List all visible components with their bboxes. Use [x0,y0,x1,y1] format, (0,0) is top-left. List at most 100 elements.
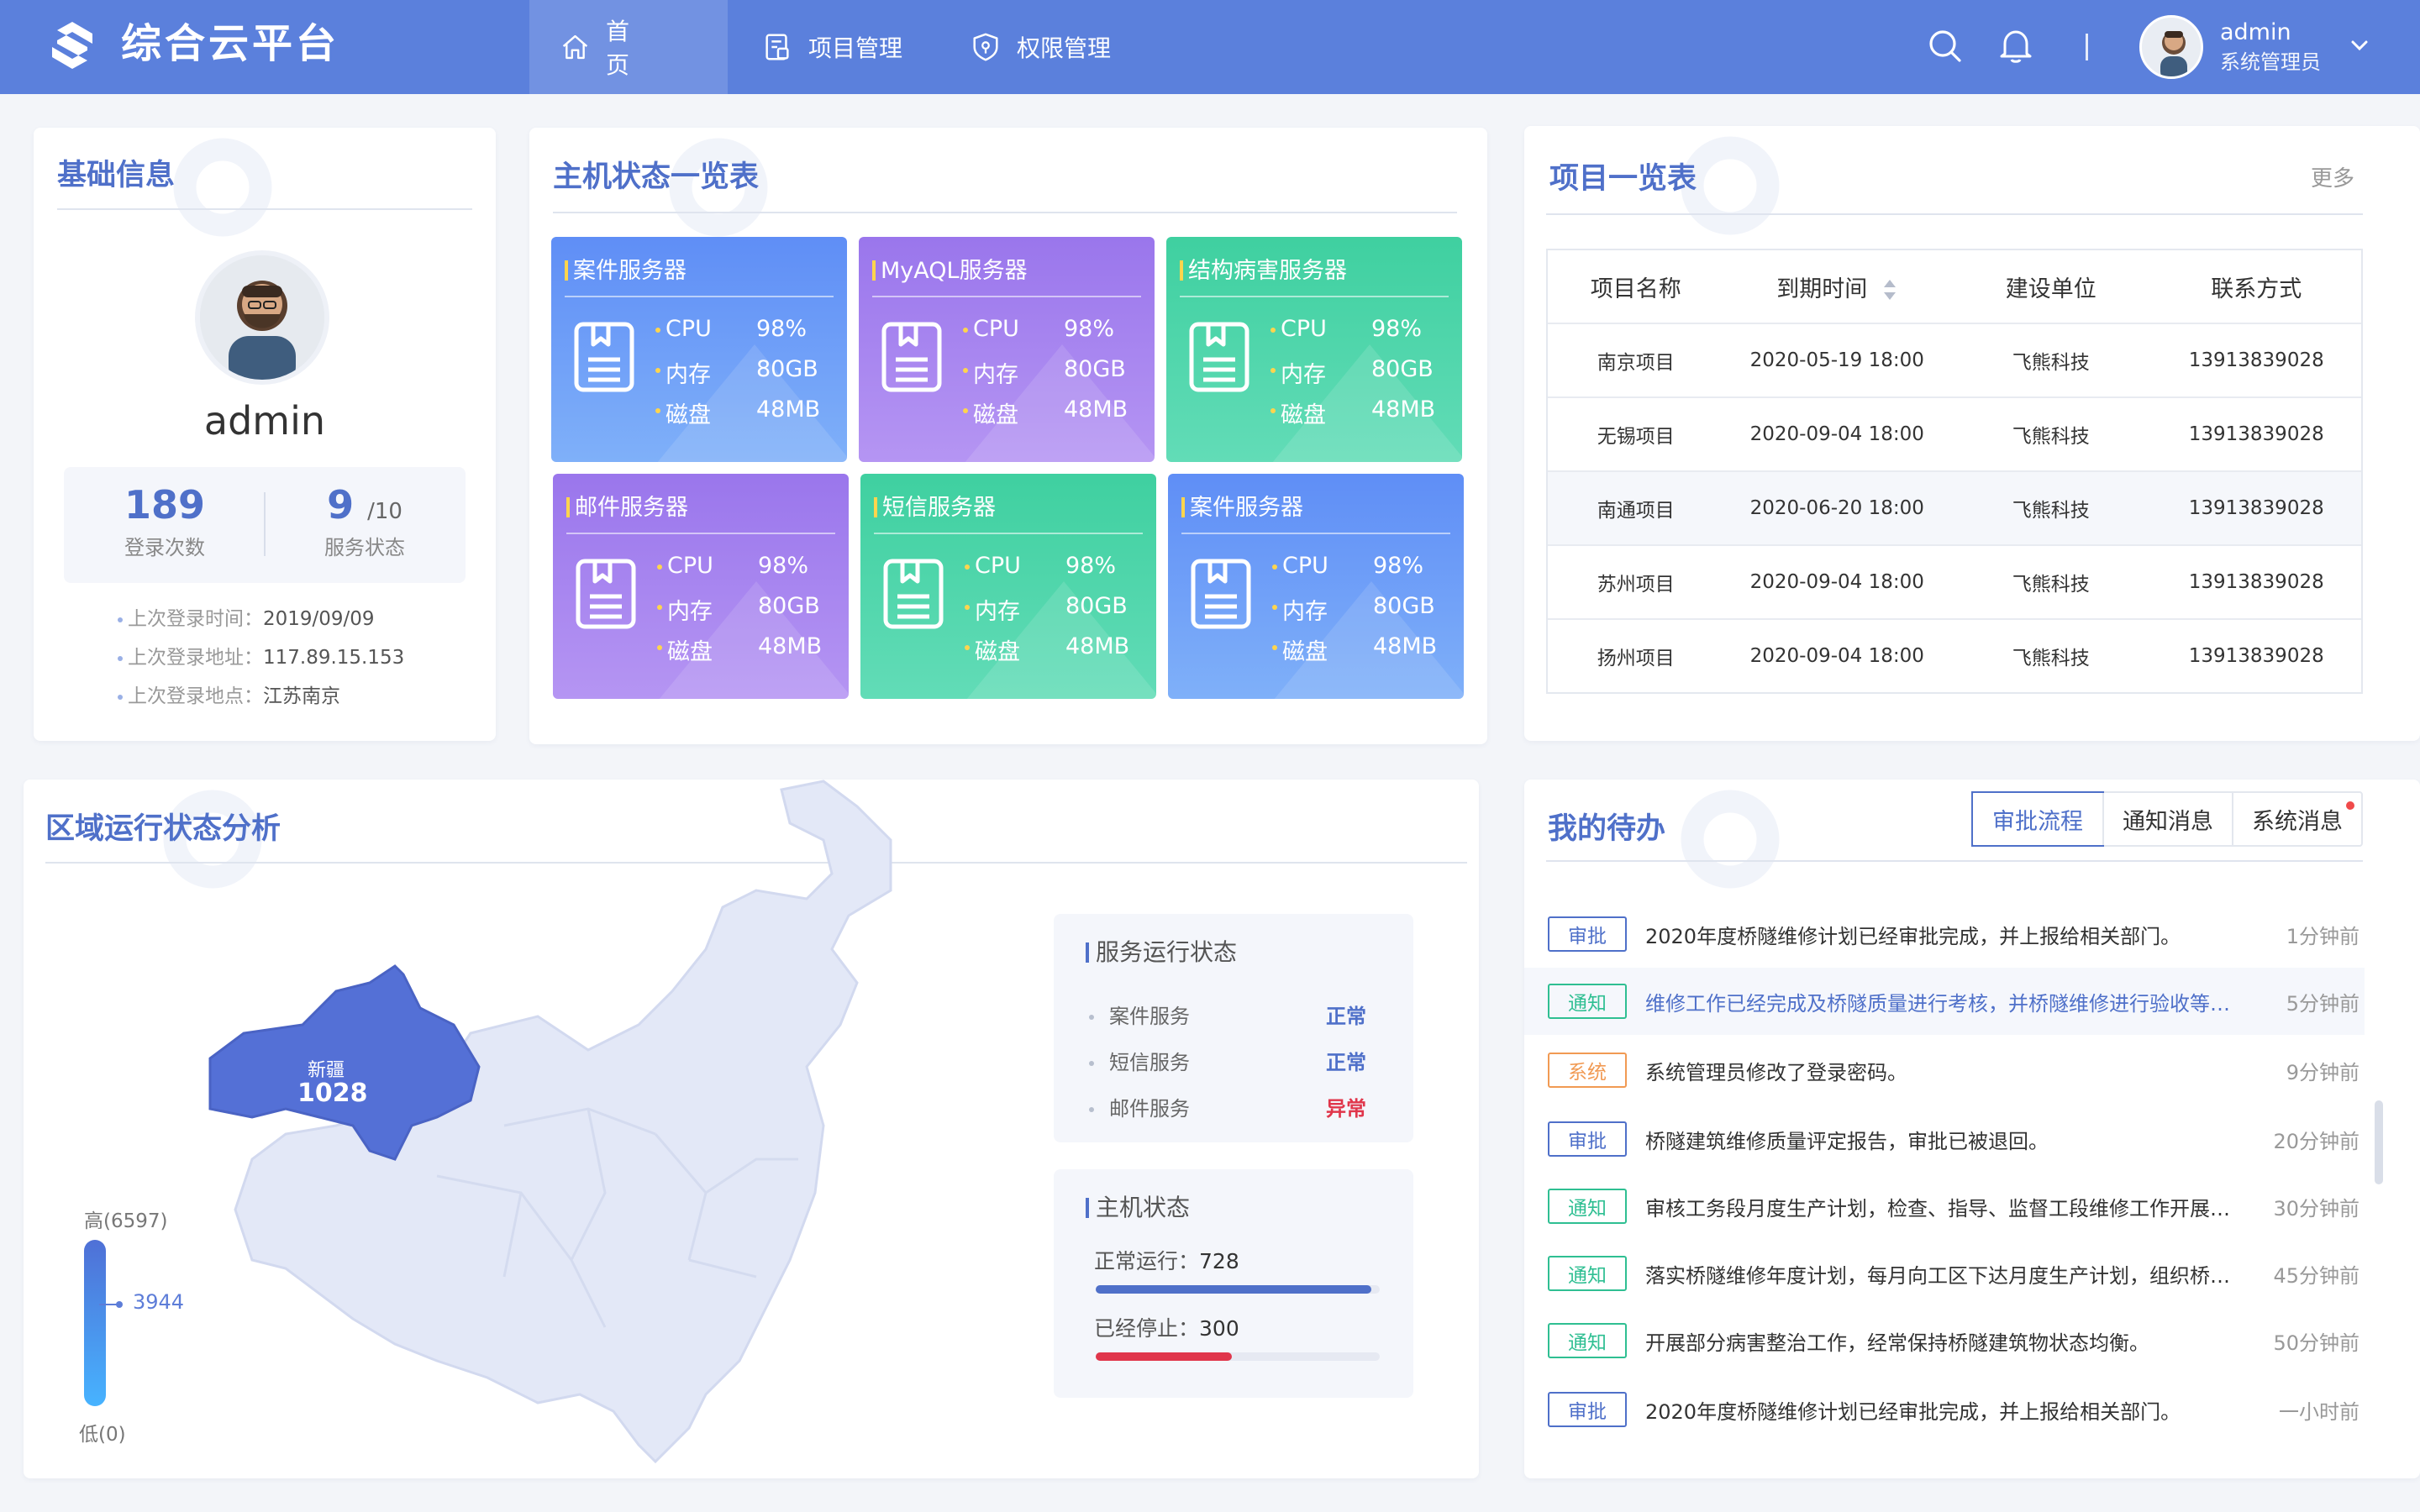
host-state-panel: 主机状态 正常运行：728 已经停止：300 [1054,1169,1413,1398]
server-divider [874,533,1143,534]
stopped-label: 已经停止： [1094,1316,1200,1341]
login-count-label: 登录次数 [124,536,205,559]
col-due-time-label: 到期时间 [1776,276,1868,302]
mem-label: 内存 [667,599,713,625]
server-disk-row: 磁盘 48MB [657,633,835,666]
server-disk-row: 磁盘 48MB [1272,633,1450,666]
todo-item[interactable]: 审批 2020年度桥隧维修计划已经审批完成，并上报给相关部门。 1分钟前 [1524,900,2365,968]
server-mem-row: 内存 80GB [1270,356,1449,389]
todo-tag: 审批 [1548,916,1627,952]
running-progress-fill [1096,1285,1371,1294]
nav-permission[interactable]: 权限管理 [936,0,1144,94]
disk-label: 磁盘 [667,639,713,665]
nav-permission-label: 权限管理 [1017,34,1112,62]
server-card[interactable]: 结构病害服务器 CPU 98% 内存 80GB 磁盘 48MB [1166,237,1462,462]
host-status-title: 主机状态一览表 [553,160,760,194]
search-icon[interactable] [1928,29,1963,64]
host-status-card: 主机状态一览表 案件服务器 CPU 98% 内存 80GB 磁盘 48MB MyAQL服务器 C… [529,128,1487,744]
server-divider [1181,533,1450,534]
legend-scale-bar[interactable] [84,1240,106,1406]
service-name: 邮件服务 [1109,1097,1190,1121]
region-analysis-title: 区域运行状态分析 [45,812,281,846]
todo-text: 开展部分病害整治工作，经常保持桥隧建筑物状态均衡。 [1645,1331,2149,1355]
tab-system[interactable]: 系统消息 [2232,793,2361,845]
more-link[interactable]: 更多 [2311,161,2354,192]
todo-time: 1分钟前 [2286,924,2360,948]
todo-item[interactable]: 通知 审核工务段月度生产计划，检查、指导、监督工段维修工作开展… 30分钟前 [1524,1173,2365,1240]
server-card[interactable]: 案件服务器 CPU 98% 内存 80GB 磁盘 48MB [551,237,847,462]
table-row[interactable]: 苏州项目 2020-09-04 18:00 飞熊科技 13913839028 [1548,544,2361,618]
table-cell: 飞熊科技 [2012,426,2090,448]
last-login-ip-row: 上次登录地址：117.89.15.153 [118,638,404,677]
avatar[interactable] [2139,15,2203,79]
top-header: 综合云平台 首页 项目管理 权限管理 admin 系统管理员 [0,0,2420,94]
title-divider [57,208,472,210]
nav-project[interactable]: 项目管理 [728,0,936,94]
server-card[interactable]: MyAQL服务器 CPU 98% 内存 80GB 磁盘 48MB [859,237,1155,462]
table-row[interactable]: 扬州项目 2020-09-04 18:00 飞熊科技 13913839028 [1548,618,2361,692]
disk-value: 48MB [1065,633,1130,659]
disk-label: 磁盘 [1281,402,1326,428]
nav-home[interactable]: 首页 [529,0,728,94]
legend-low-label: 低(0) [79,1424,126,1446]
table-row[interactable]: 南京项目 2020-05-19 18:00 飞熊科技 13913839028 [1548,323,2361,396]
todo-item[interactable]: 系统 系统管理员修改了登录密码。 9分钟前 [1524,1037,2365,1104]
last-login-loc-value: 江苏南京 [263,685,340,707]
nav-project-label: 项目管理 [808,34,903,62]
sort-icon[interactable] [1882,277,1897,302]
main-nav: 首页 项目管理 权限管理 [529,0,1144,94]
server-mem-row: 内存 80GB [655,356,834,389]
last-login-time-row: 上次登录时间：2019/09/09 [118,600,404,638]
avatar [195,250,329,385]
last-login-loc-label: 上次登录地点： [128,685,263,707]
server-cpu-row: CPU 98% [1270,316,1449,342]
todo-time: 9分钟前 [2286,1060,2360,1084]
mem-value: 80GB [758,593,820,619]
server-card[interactable]: 邮件服务器 CPU 98% 内存 80GB 磁盘 48MB [553,474,849,699]
table-cell: 扬州项目 [1597,648,1675,669]
col-contact: 联系方式 [2211,276,2302,302]
tab-approval[interactable]: 审批流程 [1971,791,2104,847]
server-card[interactable]: 短信服务器 CPU 98% 内存 80GB 磁盘 48MB [860,474,1156,699]
profile-username: admin [203,398,326,444]
cpu-value: 98% [1373,553,1424,579]
server-mem-row: 内存 80GB [1272,593,1450,626]
server-name: MyAQL服务器 [872,252,1028,285]
server-card[interactable]: 案件服务器 CPU 98% 内存 80GB 磁盘 48MB [1168,474,1464,699]
server-cpu-row: CPU 98% [655,316,834,342]
todo-item[interactable]: 审批 桥隧建筑维修质量评定报告，审批已被退回。 20分钟前 [1524,1105,2365,1173]
col-due-time[interactable]: 到期时间 [1724,270,1950,303]
todo-item[interactable]: 通知 落实桥隧维修年度计划，每月向工区下达月度生产计划，组织桥… 45分钟前 [1524,1240,2365,1307]
server-disk-row: 磁盘 48MB [655,396,834,429]
header-username[interactable]: admin [2220,18,2291,47]
table-cell: 南通项目 [1597,500,1675,522]
map-label-region-value: 1028 [297,1079,368,1108]
table-cell: 飞熊科技 [2012,500,2090,522]
table-cell: 2020-09-04 18:00 [1749,423,1924,445]
todo-scrollbar[interactable] [2375,1100,2383,1184]
todo-item[interactable]: 通知 开展部分病害整治工作，经常保持桥隧建筑物状态均衡。 50分钟前 [1524,1307,2365,1374]
service-row: 短信服务 正常 [1089,1046,1366,1075]
table-row[interactable]: 无锡项目 2020-09-04 18:00 飞熊科技 13913839028 [1548,396,2361,470]
todo-tag: 系统 [1548,1053,1627,1088]
tab-notice[interactable]: 通知消息 [2102,793,2232,845]
cpu-label: CPU [667,553,713,579]
table-cell: 飞熊科技 [2012,352,2090,374]
server-disk-row: 磁盘 48MB [963,396,1141,429]
disk-value: 48MB [756,396,821,423]
todo-text: 2020年度桥隧维修计划已经审批完成，并上报给相关部门。 [1645,1399,2181,1424]
todo-item[interactable]: 通知 维修工作已经完成及桥隧质量进行考核，并桥隧维修进行验收等… 5分钟前 [1524,968,2365,1035]
todo-tag: 通知 [1548,1189,1627,1224]
todo-tag: 通知 [1548,984,1627,1019]
disk-value: 48MB [758,633,823,659]
table-cell: 13913839028 [2188,423,2324,445]
disk-value: 48MB [1064,396,1128,423]
service-status-label: 服务状态 [324,536,405,559]
bell-icon[interactable] [1998,27,2033,64]
chevron-down-icon[interactable] [2349,37,2370,54]
table-row[interactable]: 南通项目 2020-06-20 18:00 飞熊科技 13913839028 [1548,470,2361,544]
running-label: 正常运行： [1094,1249,1200,1273]
todo-time: 45分钟前 [2273,1263,2360,1288]
last-login-loc-row: 上次登录地点：江苏南京 [118,677,404,716]
todo-item[interactable]: 审批 2020年度桥隧维修计划已经审批完成，并上报给相关部门。 一小时前 [1524,1376,2365,1443]
